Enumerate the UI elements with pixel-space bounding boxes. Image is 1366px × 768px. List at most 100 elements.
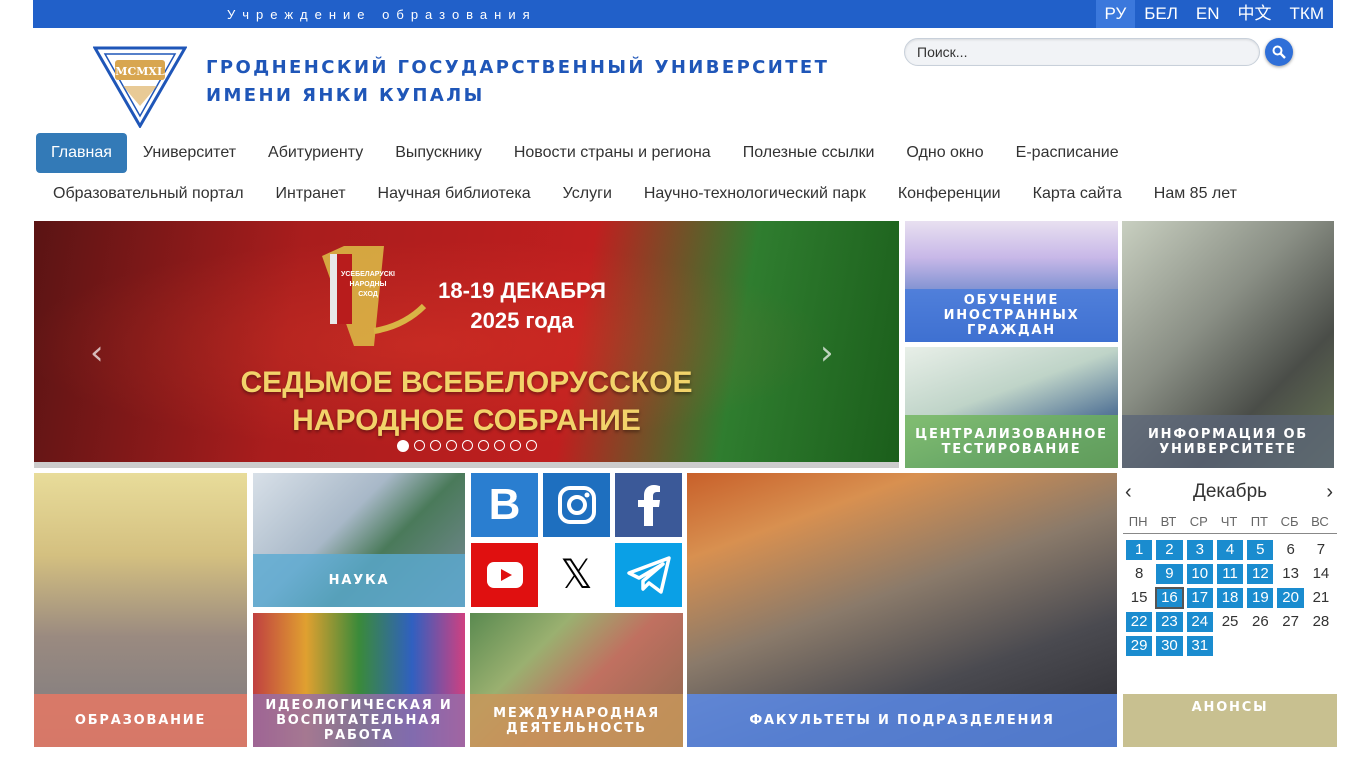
university-logo[interactable]: MCMXL (93, 46, 187, 128)
carousel-next-button[interactable]: › (820, 333, 834, 373)
carousel-dot[interactable] (494, 440, 505, 451)
top-bar: Учреждение образования РУ БЕЛ EN 中文 ТКМ (33, 0, 1333, 28)
calendar-day: 21 (1312, 589, 1330, 606)
calendar-day[interactable]: 1 (1126, 540, 1153, 560)
lang-ru[interactable]: РУ (1095, 0, 1136, 28)
calendar-day[interactable]: 5 (1247, 540, 1274, 560)
nav-graduate[interactable]: Выпускнику (379, 133, 498, 173)
nav-conferences[interactable]: Конференции (882, 174, 1017, 214)
instagram-icon (557, 486, 596, 524)
calendar-day[interactable]: 16 (1155, 587, 1184, 609)
tile-science[interactable]: НАУКА (253, 473, 465, 607)
calendar-day[interactable]: 9 (1156, 564, 1183, 584)
nav-news[interactable]: Новости страны и региона (498, 133, 727, 173)
x-icon: 𝕏 (560, 552, 593, 598)
calendar-day[interactable]: 30 (1156, 636, 1183, 656)
calendar-day[interactable]: 31 (1186, 636, 1213, 656)
nav-intranet[interactable]: Интранет (260, 174, 362, 214)
lang-be[interactable]: БЕЛ (1135, 0, 1187, 28)
nav-schedule[interactable]: Е-расписание (1000, 133, 1135, 173)
events-calendar: ‹ Декабрь › ПН ВТ СР ЧТ ПТ СБ ВС 1234567… (1123, 473, 1337, 695)
lang-tk[interactable]: ТКМ (1281, 0, 1333, 28)
svg-text:УСЕБЕЛАРУСКІ: УСЕБЕЛАРУСКІ (341, 271, 395, 278)
calendar-day: 14 (1312, 565, 1330, 582)
nav-portal[interactable]: Образовательный портал (37, 174, 260, 214)
nav-university[interactable]: Университет (127, 133, 252, 173)
title-line-1: ГРОДНЕНСКИЙ ГОСУДАРСТВЕННЫЙ УНИВЕРСИТЕТ (206, 57, 830, 78)
hero-carousel[interactable]: УСЕБЕЛАРУСКІ НАРОДНЫ СХОД 18-19 ДЕКАБРЯ … (34, 221, 899, 468)
calendar-day[interactable]: 4 (1216, 540, 1244, 560)
calendar-day: 6 (1286, 541, 1295, 558)
weekday-label: ЧТ (1220, 514, 1238, 529)
carousel-dot[interactable] (526, 440, 537, 451)
secondary-nav: Образовательный портал Интранет Научная … (37, 174, 1253, 214)
svg-text:СХОД: СХОД (358, 291, 378, 298)
facebook-link[interactable] (615, 473, 682, 537)
facebook-icon (637, 485, 660, 526)
tile-label: ИДЕОЛОГИЧЕСКАЯ И ВОСПИТАТЕЛЬНАЯ РАБОТА (253, 694, 465, 747)
lang-zh[interactable]: 中文 (1229, 0, 1281, 28)
calendar-day[interactable]: 3 (1186, 540, 1213, 560)
lang-en[interactable]: EN (1187, 0, 1229, 28)
calendar-day[interactable]: 23 (1156, 612, 1183, 632)
nav-home[interactable]: Главная (36, 133, 127, 173)
calendar-day: 27 (1282, 613, 1299, 630)
tile-centralized-testing[interactable]: ЦЕНТРАЛИЗОВАННОЕ ТЕСТИРОВАНИЕ (905, 347, 1118, 468)
carousel-dot[interactable] (462, 440, 473, 451)
tile-education[interactable]: ОБРАЗОВАНИЕ (34, 473, 247, 747)
carousel-dot[interactable] (478, 440, 489, 451)
nav-one-window[interactable]: Одно окно (890, 133, 999, 173)
calendar-day: 26 (1251, 613, 1269, 630)
calendar-day[interactable]: 29 (1126, 636, 1153, 656)
tile-ideology[interactable]: ИДЕОЛОГИЧЕСКАЯ И ВОСПИТАТЕЛЬНАЯ РАБОТА (253, 613, 465, 747)
weekday-label: СБ (1280, 514, 1299, 529)
title-line-2: ИМЕНИ ЯНКИ КУПАЛЫ (206, 85, 485, 106)
carousel-dot[interactable] (430, 440, 441, 451)
nav-sitemap[interactable]: Карта сайта (1017, 174, 1138, 214)
tile-label: ЦЕНТРАЛИЗОВАННОЕ ТЕСТИРОВАНИЕ (905, 415, 1118, 468)
logo-text: MCMXL (115, 65, 165, 78)
calendar-day[interactable]: 24 (1186, 612, 1213, 632)
calendar-day[interactable]: 20 (1277, 588, 1304, 608)
nav-services[interactable]: Услуги (547, 174, 628, 214)
nav-applicant[interactable]: Абитуриенту (252, 133, 379, 173)
calendar-day[interactable]: 18 (1216, 588, 1244, 608)
vk-link[interactable]: В (471, 473, 538, 537)
weekday-label: СР (1189, 514, 1208, 529)
tile-faculties[interactable]: ФАКУЛЬТЕТЫ И ПОДРАЗДЕЛЕНИЯ (687, 473, 1117, 747)
nav-techpark[interactable]: Научно-технологический парк (628, 174, 882, 214)
nav-useful-links[interactable]: Полезные ссылки (727, 133, 891, 173)
calendar-day[interactable]: 2 (1156, 540, 1183, 560)
calendar-next-icon[interactable]: › (1326, 481, 1333, 504)
tile-label: ОБРАЗОВАНИЕ (34, 694, 247, 747)
youtube-link[interactable] (471, 543, 538, 607)
search-button[interactable] (1265, 38, 1293, 66)
tile-announcements[interactable]: АНОНСЫ (1123, 694, 1337, 747)
carousel-dot[interactable] (414, 440, 425, 451)
tile-label: АНОНСЫ (1191, 700, 1269, 715)
calendar-day: 8 (1134, 565, 1144, 582)
university-title: ГРОДНЕНСКИЙ ГОСУДАРСТВЕННЫЙ УНИВЕРСИТЕТ … (206, 54, 829, 110)
calendar-day[interactable]: 11 (1216, 564, 1244, 584)
carousel-dot[interactable] (510, 440, 521, 451)
telegram-link[interactable] (615, 543, 682, 607)
tile-international[interactable]: МЕЖДУНАРОДНАЯ ДЕЯТЕЛЬНОСТЬ (470, 613, 683, 747)
weekday-label: ВТ (1160, 514, 1177, 529)
carousel-dot[interactable] (446, 440, 457, 451)
calendar-day: 25 (1221, 613, 1239, 630)
x-link[interactable]: 𝕏 (543, 543, 610, 607)
carousel-dot[interactable] (397, 440, 409, 452)
nav-library[interactable]: Научная библиотека (362, 174, 547, 214)
weekday-label: ПТ (1250, 514, 1268, 529)
calendar-day[interactable]: 12 (1247, 564, 1274, 584)
calendar-day[interactable]: 22 (1126, 612, 1153, 632)
calendar-day[interactable]: 17 (1186, 588, 1213, 608)
tile-foreign-students[interactable]: ОБУЧЕНИЕ ИНОСТРАННЫХ ГРАЖДАН (905, 221, 1118, 342)
carousel-prev-button[interactable]: ‹ (90, 333, 104, 373)
calendar-day[interactable]: 19 (1247, 588, 1274, 608)
instagram-link[interactable] (543, 473, 610, 537)
tile-university-info[interactable]: ИНФОРМАЦИЯ ОБ УНИВЕРСИТЕТЕ (1122, 221, 1334, 468)
nav-85-years[interactable]: Нам 85 лет (1138, 174, 1253, 214)
search-input[interactable] (904, 38, 1260, 66)
calendar-day[interactable]: 10 (1186, 564, 1213, 584)
